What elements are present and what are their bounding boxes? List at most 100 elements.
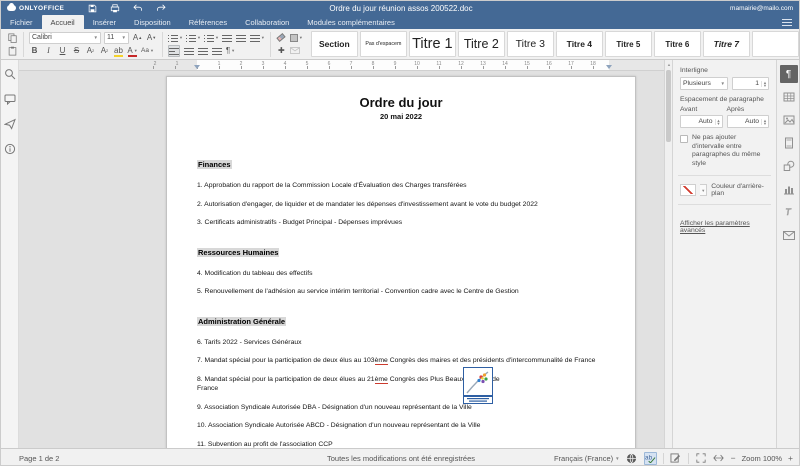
line-spacing-value-spinner[interactable]: 1▲▼ (732, 77, 769, 90)
underline-button[interactable]: U (57, 45, 68, 57)
agenda-item: 9. Association Syndicale Autorisée DBA -… (197, 403, 605, 413)
copy-button[interactable] (7, 32, 18, 44)
line-spacing-button[interactable]: ▼ (250, 32, 265, 44)
ruler-number: 16 (546, 61, 552, 67)
bold-button[interactable]: B (29, 45, 40, 57)
tab-fichier[interactable]: Fichier (1, 15, 42, 29)
document-language-select[interactable]: Français (France)▼ (554, 454, 620, 463)
style-titre-1[interactable]: Titre 1 (409, 31, 456, 57)
about-icon[interactable] (3, 142, 16, 155)
tab-inserer[interactable]: Insérer (84, 15, 125, 29)
spacing-after-spinner[interactable]: Auto▲▼ (727, 115, 770, 128)
table-settings-icon[interactable] (780, 88, 798, 106)
spell-check-icon[interactable]: ab (644, 452, 657, 465)
increase-font-size-button[interactable]: A▲ (132, 32, 143, 44)
background-color-swatch[interactable] (680, 184, 696, 196)
advanced-settings-link[interactable]: Afficher les paramètres avancés (680, 220, 769, 234)
superscript-button[interactable]: A2 (85, 45, 96, 57)
mail-merge-button[interactable] (290, 45, 301, 57)
save-icon[interactable] (86, 3, 98, 13)
tab-collaboration[interactable]: Collaboration (236, 15, 298, 29)
nonprinting-characters-button[interactable]: ¶▼ (225, 45, 236, 57)
undo-icon[interactable] (132, 3, 144, 13)
style-titre-4[interactable]: Titre 4 (556, 31, 603, 57)
line-spacing-select[interactable]: Plusieurs▼ (680, 77, 728, 90)
view-settings-icon[interactable] (782, 19, 792, 26)
fit-width-icon[interactable] (713, 452, 725, 465)
no-interval-checkbox-row[interactable]: Ne pas ajouter d'intervalle entre paragr… (680, 134, 769, 168)
change-case-button[interactable]: Aa▼ (141, 45, 154, 57)
subscript-button[interactable]: A2 (99, 45, 110, 57)
redo-icon[interactable] (155, 3, 167, 13)
paste-button[interactable] (7, 45, 18, 57)
style-empty-slot[interactable] (752, 31, 799, 57)
highlight-color-button[interactable]: ab (113, 45, 124, 57)
style-pas-d-espacem[interactable]: Pas d'espacem (360, 31, 407, 57)
page-number-indicator[interactable]: Page 1 de 2 (19, 454, 59, 463)
font-name-select[interactable]: Calibri▼ (29, 32, 101, 44)
right-indent-marker[interactable] (606, 65, 612, 69)
text-art-settings-icon[interactable]: T (780, 203, 798, 221)
zoom-level-indicator[interactable]: Zoom 100% (742, 454, 782, 463)
increase-indent-button[interactable] (236, 32, 247, 44)
clear-style-button[interactable] (276, 32, 287, 44)
search-icon[interactable] (3, 67, 16, 80)
fit-page-icon[interactable] (695, 452, 707, 465)
header-footer-settings-icon[interactable] (780, 134, 798, 152)
scroll-up-icon[interactable]: ▲ (666, 61, 672, 68)
copy-style-button[interactable]: ✚ (276, 45, 287, 57)
document-canvas[interactable]: Ordre du jour 20 mai 2022 Finances1. App… (19, 71, 664, 448)
align-right-button[interactable] (197, 45, 208, 57)
paragraph-shading-button[interactable]: ▼ (290, 32, 303, 44)
align-left-button[interactable] (168, 45, 180, 57)
item-text: 7. Mandat spécial pour la participation … (197, 357, 375, 364)
style-titre-2[interactable]: Titre 2 (458, 31, 505, 57)
mail-merge-icon[interactable] (780, 226, 798, 244)
ruler-number: 8 (372, 61, 375, 67)
horizontal-ruler[interactable]: 21123456789101112131415161718 (19, 60, 664, 71)
spacing-before-label: Avant (680, 106, 723, 113)
style-section[interactable]: Section (311, 31, 358, 57)
style-titre-6[interactable]: Titre 6 (654, 31, 701, 57)
style-titre-5[interactable]: Titre 5 (605, 31, 652, 57)
numbered-list-button[interactable]: ▼ (186, 32, 201, 44)
style-titre-7[interactable]: Titre 7 (703, 31, 750, 57)
background-color-dropdown-icon[interactable]: ▼ (700, 184, 707, 196)
document-page[interactable]: Ordre du jour 20 mai 2022 Finances1. App… (166, 76, 636, 448)
tab-accueil[interactable]: Accueil (42, 15, 84, 29)
style-titre-3[interactable]: Titre 3 (507, 31, 554, 57)
scrollbar-thumb[interactable] (666, 70, 671, 142)
spacing-before-spinner[interactable]: Auto▲▼ (680, 115, 723, 128)
italic-button[interactable]: I (43, 45, 54, 57)
zoom-out-button[interactable]: − (731, 453, 736, 463)
track-changes-icon[interactable] (670, 452, 682, 465)
zoom-in-button[interactable]: + (788, 453, 793, 463)
decrease-indent-button[interactable] (222, 32, 233, 44)
decrease-font-size-button[interactable]: A▼ (146, 32, 157, 44)
align-center-button[interactable] (183, 45, 194, 57)
tab-modules-complementaires[interactable]: Modules complémentaires (298, 15, 404, 29)
comments-icon[interactable] (3, 92, 16, 105)
tab-references[interactable]: Références (180, 15, 236, 29)
user-account[interactable]: mamairie@mailo.com (730, 5, 800, 12)
strikethrough-button[interactable]: S (71, 45, 82, 57)
plus-beaux-detours-logo[interactable] (463, 367, 493, 404)
feedback-icon[interactable] (3, 117, 16, 130)
ruler-number: 10 (414, 61, 420, 67)
vertical-scrollbar[interactable]: ▲ (664, 60, 672, 448)
multilevel-list-button[interactable]: ▼ (204, 32, 219, 44)
tab-disposition[interactable]: Disposition (125, 15, 180, 29)
justify-button[interactable] (211, 45, 222, 57)
font-color-button[interactable]: A▼ (127, 45, 138, 57)
left-indent-marker[interactable] (194, 65, 200, 69)
set-language-icon[interactable] (626, 452, 638, 465)
section-heading: Ressources Humaines (197, 248, 279, 257)
no-interval-checkbox[interactable] (680, 135, 688, 143)
image-settings-icon[interactable] (780, 111, 798, 129)
shape-settings-icon[interactable] (780, 157, 798, 175)
bullet-list-button[interactable]: ▼ (168, 32, 183, 44)
paragraph-settings-icon[interactable]: ¶ (780, 65, 798, 83)
chart-settings-icon[interactable] (780, 180, 798, 198)
font-size-select[interactable]: 11▼ (104, 32, 129, 44)
print-icon[interactable] (109, 3, 121, 13)
